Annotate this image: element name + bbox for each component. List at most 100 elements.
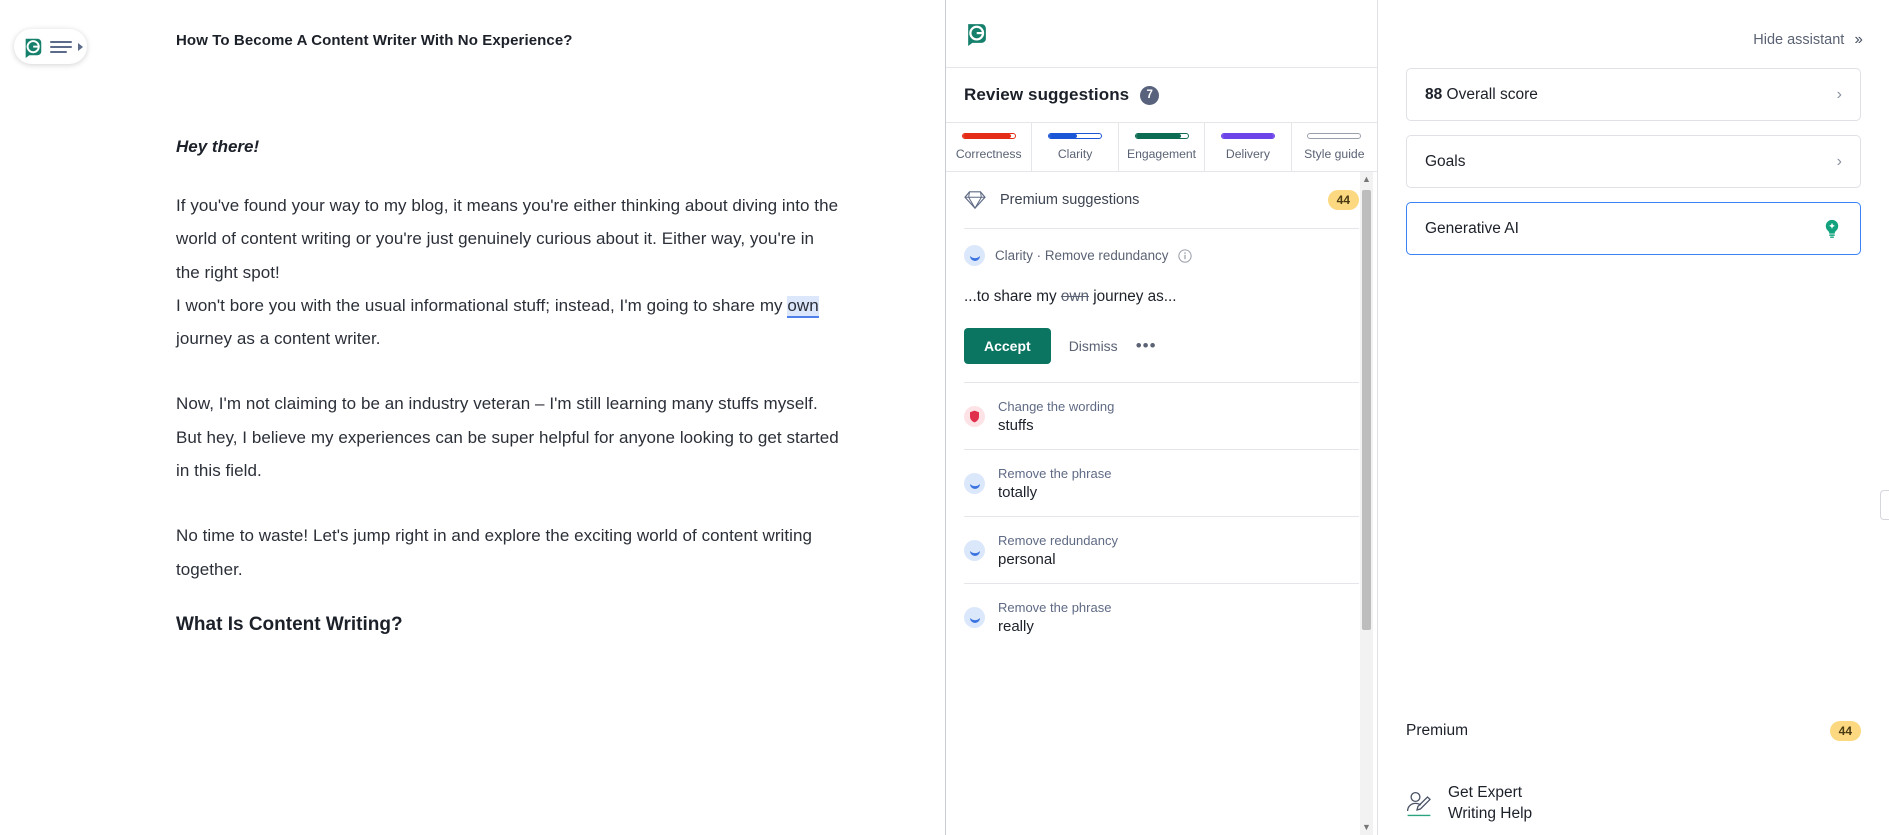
hide-assistant-button[interactable]: Hide assistant ›› <box>1406 26 1863 54</box>
tab-style-guide-label: Style guide <box>1304 147 1365 161</box>
caret-right-icon[interactable] <box>78 42 83 51</box>
suggestions-scroll-region: Premium suggestions 44 Clarity · Remove … <box>946 172 1377 650</box>
highlighted-word-own[interactable]: own <box>787 295 819 318</box>
overall-score-card-chevron-right-icon: › <box>1836 85 1842 103</box>
suggestion-text-after: journey as... <box>1088 288 1177 305</box>
overall-score-card-label: 88 Overall score <box>1425 86 1837 104</box>
clarity-dot-icon <box>964 473 985 494</box>
hamburger-menu-icon[interactable] <box>50 40 72 53</box>
document-editor[interactable]: How To Become A Content Writer With No E… <box>0 0 945 835</box>
premium-suggestions-label: Premium suggestions <box>1000 192 1140 208</box>
lightbulb-icon <box>1825 219 1839 238</box>
info-circle-icon[interactable] <box>1178 248 1193 263</box>
premium-footer-badge: 44 <box>1829 721 1861 741</box>
review-suggestions-header: Review suggestions 7 <box>946 68 1377 122</box>
tab-delivery[interactable]: Delivery <box>1205 123 1292 171</box>
suggestion-card-header: Clarity · Remove redundancy <box>964 245 1359 266</box>
suggestion-item-kind: Change the wording <box>998 399 1115 414</box>
tab-correctness-label: Correctness <box>955 147 1022 161</box>
tab-style-guide-progress <box>1307 133 1362 139</box>
scroll-up-arrow-icon[interactable]: ▲ <box>1362 172 1371 187</box>
overall-score-card-value: 88 <box>1425 85 1443 103</box>
document-paragraph-4: No time to waste! Let's jump right in an… <box>176 526 812 579</box>
expert-help-line2: Writing Help <box>1448 805 1533 822</box>
suggestion-item-meta: Change the wording stuffs <box>998 399 1114 434</box>
document-paragraph-2: I won't bore you with the usual informat… <box>176 289 840 356</box>
tab-correctness[interactable]: Correctness <box>946 123 1033 171</box>
grammarly-floating-badge[interactable] <box>14 29 87 64</box>
diamond-icon <box>964 191 986 210</box>
clarity-dot-icon <box>964 245 985 266</box>
accept-button[interactable]: Accept <box>964 328 1051 364</box>
paragraph-2-after: journey as a content writer. <box>176 329 381 349</box>
grammarly-logo-icon <box>25 38 42 58</box>
suggestion-actions: Accept Dismiss ••• <box>964 328 1359 364</box>
suggestion-item-meta: Remove the phrase really <box>998 600 1111 635</box>
suggestion-list-item[interactable]: Change the wording stuffs <box>964 382 1359 449</box>
suggestion-item-word: really <box>998 618 1034 635</box>
suggestion-list-item[interactable]: Remove redundancy personal <box>964 516 1359 583</box>
suggestion-count-badge: 7 <box>1140 85 1160 105</box>
suggestion-list: Change the wording stuffs Remove the phras… <box>964 382 1359 650</box>
tab-correctness-progress <box>961 133 1016 139</box>
double-chevron-right-icon: ›› <box>1854 31 1863 48</box>
goals-card-text: Goals <box>1425 152 1466 170</box>
overall-score-card[interactable]: 88 Overall score › <box>1406 68 1861 121</box>
tab-clarity[interactable]: Clarity <box>1032 123 1119 171</box>
expert-help-label: Get Expert Writing Help <box>1448 783 1532 825</box>
suggestion-list-item[interactable]: Remove the phrase really <box>964 583 1359 650</box>
tab-style-guide[interactable]: Style guide <box>1292 123 1377 171</box>
active-suggestion-card[interactable]: Clarity · Remove redundancy ...to share … <box>964 228 1359 382</box>
assistant-panel: Review suggestions 7 Correctness Clarity E… <box>945 0 1377 835</box>
grammarly-editor-app: How To Become A Content Writer With No E… <box>0 0 1889 835</box>
more-options-button[interactable]: ••• <box>1136 336 1157 356</box>
tab-delivery-label: Delivery <box>1225 147 1270 161</box>
document-paragraph-3: Now, I'm not claiming to be an industry … <box>176 394 839 481</box>
tab-engagement[interactable]: Engagement <box>1119 123 1206 171</box>
grammarly-logo-icon <box>968 24 986 46</box>
hide-assistant-label: Hide assistant <box>1753 32 1845 48</box>
suggestion-item-meta: Remove the phrase totally <box>998 466 1111 501</box>
premium-count-badge: 44 <box>1327 190 1359 210</box>
right-sidebar: Hide assistant ›› 88 Overall score › Goals… <box>1377 0 1889 835</box>
category-tabs: Correctness Clarity Engagement Delivery Styl… <box>946 122 1377 172</box>
document-greeting: Hey there! <box>176 137 260 156</box>
premium-suggestions-row[interactable]: Premium suggestions 44 <box>964 172 1359 228</box>
clarity-dot-icon <box>964 607 985 628</box>
scroll-down-arrow-icon[interactable]: ▼ <box>1362 820 1371 835</box>
suggestion-item-word: totally <box>998 484 1038 501</box>
suggestion-list-item[interactable]: Remove the phrase totally <box>964 449 1359 516</box>
suggestion-item-word: stuffs <box>998 417 1034 434</box>
suggestions-scrollbar[interactable]: ▲ ▼ <box>1360 172 1373 835</box>
suggestion-category-label: Clarity · Remove redundancy <box>995 248 1169 263</box>
paragraph-2-before: I won't bore you with the usual informat… <box>176 295 788 315</box>
goals-card-label: Goals <box>1425 153 1837 171</box>
premium-footer-label: Premium <box>1406 722 1469 739</box>
suggestion-preview-text: ...to share my own journey as... <box>964 288 1359 306</box>
generative-ai-card-text: Generative AI <box>1425 219 1519 237</box>
expert-help-line1: Get Expert <box>1448 784 1523 802</box>
premium-footer-row[interactable]: Premium 44 <box>1406 711 1861 751</box>
tab-clarity-label: Clarity <box>1057 147 1093 161</box>
suggestion-item-kind: Remove redundancy <box>998 533 1118 548</box>
scrollbar-thumb[interactable] <box>1362 190 1371 630</box>
suggestion-item-meta: Remove redundancy personal <box>998 533 1118 568</box>
suggestion-item-kind: Remove the phrase <box>998 466 1112 481</box>
dismiss-button[interactable]: Dismiss <box>1069 338 1118 354</box>
tab-clarity-progress <box>1048 133 1103 139</box>
generative-ai-card[interactable]: Generative AI <box>1406 202 1861 255</box>
suggestion-item-word: personal <box>998 551 1056 568</box>
tab-engagement-progress <box>1134 133 1189 139</box>
assistant-header <box>946 0 1377 68</box>
sidebar-cards: 88 Overall score › Goals › Generative AI <box>1406 54 1861 255</box>
panel-edge-handle[interactable] <box>1880 490 1889 520</box>
get-expert-writing-help-button[interactable]: Get Expert Writing Help <box>1406 773 1861 835</box>
document-paragraph-1: If you've found your way to my blog, it … <box>176 196 839 282</box>
tab-engagement-label: Engagement <box>1126 147 1197 161</box>
goals-card[interactable]: Goals › <box>1406 135 1861 188</box>
clarity-dot-icon <box>964 540 985 561</box>
goals-card-chevron-right-icon: › <box>1836 152 1842 170</box>
suggestions-body: Premium suggestions 44 Clarity · Remove … <box>946 172 1377 835</box>
suggestion-text-struck: own <box>1060 288 1089 305</box>
